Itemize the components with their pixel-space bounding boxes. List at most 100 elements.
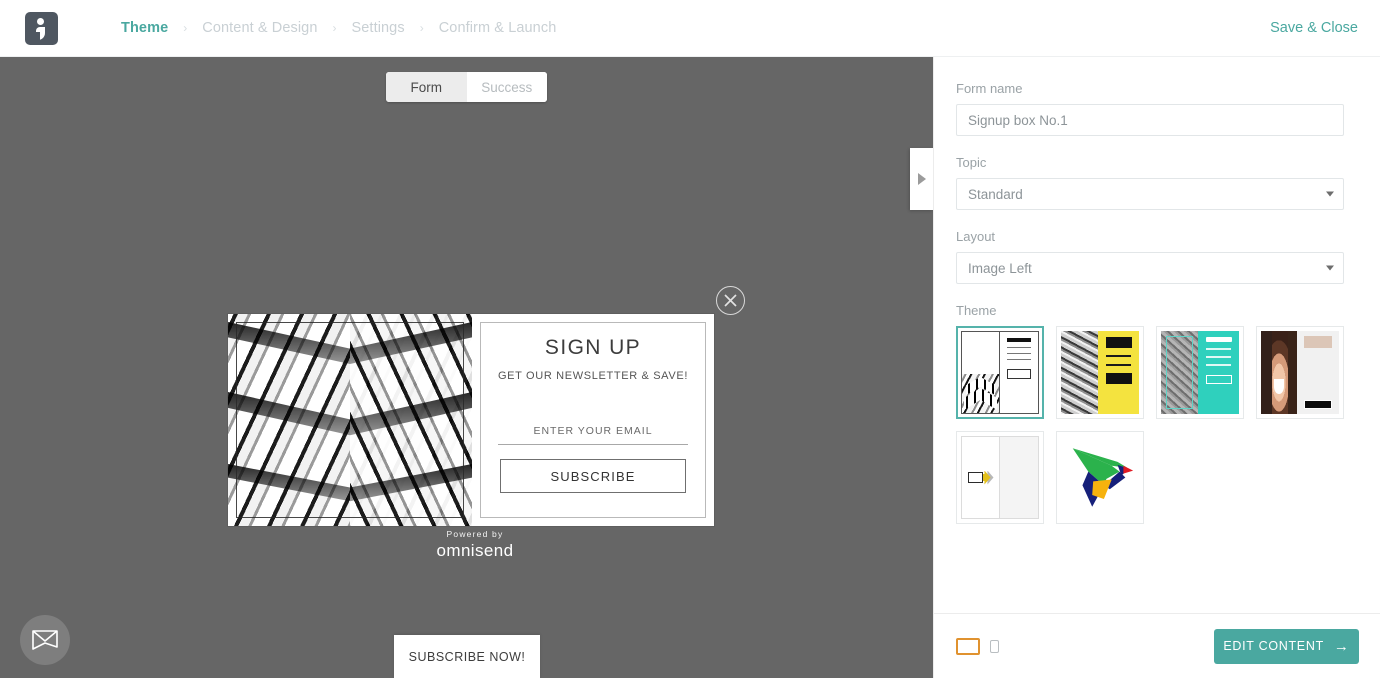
play-right-icon	[917, 173, 926, 185]
broken-rect-shape	[967, 471, 983, 483]
form-name-input[interactable]: Signup box No.1	[956, 104, 1344, 136]
theme-thumb-form-half	[1098, 331, 1139, 414]
thumb-heading-bar	[1205, 337, 1232, 342]
breadcrumb: Theme › Content & Design › Settings › Co…	[121, 20, 556, 36]
chevron-down-icon	[1326, 191, 1334, 197]
popup-subtitle: GET OUR NEWSLETTER & SAVE!	[497, 370, 689, 382]
theme-thumb-image-half	[961, 331, 1000, 414]
top-bar: Theme › Content & Design › Settings › Co…	[0, 0, 1380, 57]
theme-thumb-preview	[1061, 331, 1139, 414]
envelope-icon	[32, 630, 58, 650]
omnisend-wordmark: omnisend	[436, 541, 514, 560]
powered-by-label: Powered by	[446, 529, 504, 539]
origami-bird-icon	[1072, 448, 1134, 507]
signup-popup-preview: SIGN UP GET OUR NEWSLETTER & SAVE! ENTER…	[228, 257, 745, 561]
thumb-text-line	[1206, 348, 1231, 350]
thumb-text-line	[1206, 364, 1231, 366]
theme-thumb-form-half	[1000, 331, 1039, 414]
powered-by-omnisend: Powered by omnisend	[415, 529, 535, 561]
thumb-button-box	[1303, 400, 1333, 409]
image-inner-frame	[236, 322, 464, 518]
breadcrumb-step-theme[interactable]: Theme	[121, 20, 168, 36]
thumb-text-line	[1006, 347, 1032, 348]
theme-thumb-form-half	[1000, 436, 1039, 519]
theme-option-origami-bird[interactable]	[1056, 431, 1144, 524]
form-preview-canvas: Form Success SIGN UP GET OUR NEWSLETTER …	[0, 57, 933, 678]
thumb-image-frame	[1166, 336, 1194, 409]
thumb-heading-bar	[1303, 336, 1333, 348]
chevron-down-icon	[1326, 265, 1334, 271]
theme-thumb-image-half	[1261, 331, 1297, 414]
thumb-heading-bar	[1006, 338, 1032, 342]
save-and-close-button[interactable]: Save & Close	[1270, 20, 1358, 36]
edit-content-button[interactable]: EDIT CONTENT →	[1214, 628, 1359, 664]
portrait-hair-left	[1261, 331, 1272, 414]
theme-thumb-form-half	[1296, 331, 1339, 414]
tab-success[interactable]: Success	[466, 72, 547, 102]
thumb-heading-bar	[1105, 337, 1132, 348]
topic-select[interactable]: Standard	[956, 178, 1344, 210]
theme-option-portrait-beige[interactable]	[1256, 326, 1344, 419]
thumb-button-box	[1006, 369, 1032, 379]
topic-label: Topic	[956, 155, 987, 170]
layout-selected-value: Image Left	[968, 260, 1032, 276]
tab-form[interactable]: Form	[386, 72, 467, 102]
logo-notch-shape	[36, 31, 40, 40]
breadcrumb-step-confirm-launch[interactable]: Confirm & Launch	[439, 20, 557, 36]
theme-thumb-preview	[1261, 331, 1339, 414]
theme-thumbnail-grid	[956, 326, 1356, 524]
close-circle-icon[interactable]	[716, 286, 745, 315]
logo-head-shape	[37, 17, 44, 25]
desktop-view-icon[interactable]	[956, 637, 980, 655]
layout-select[interactable]: Image Left	[956, 252, 1344, 284]
thumb-text-line	[1106, 355, 1131, 357]
theme-thumb-preview	[1061, 436, 1139, 519]
mobile-view-icon[interactable]	[990, 639, 999, 653]
thumb-text-line	[1006, 353, 1032, 354]
popup-form-side: SIGN UP GET OUR NEWSLETTER & SAVE! ENTER…	[472, 314, 714, 526]
theme-thumb-form-half	[1198, 331, 1239, 414]
popup-email-input[interactable]: ENTER YOUR EMAIL	[498, 425, 688, 445]
breadcrumb-step-settings[interactable]: Settings	[352, 20, 405, 36]
theme-option-texture-teal[interactable]	[1156, 326, 1244, 419]
theme-option-broken-image[interactable]	[956, 431, 1044, 524]
edit-content-label: EDIT CONTENT	[1223, 639, 1324, 653]
theme-thumb-image-half	[961, 436, 1000, 519]
theme-thumb-preview	[961, 331, 1039, 414]
form-name-label: Form name	[956, 81, 1023, 96]
chevron-right-icon: ›	[183, 21, 188, 35]
omnisend-logo-icon[interactable]	[25, 11, 58, 45]
signup-popup: SIGN UP GET OUR NEWSLETTER & SAVE! ENTER…	[228, 314, 714, 526]
theme-label: Theme	[956, 303, 997, 318]
theme-option-rope-yellow[interactable]	[1056, 326, 1144, 419]
popup-subscribe-button[interactable]: SUBSCRIBE	[500, 459, 686, 493]
popup-hero-image	[228, 314, 472, 526]
chat-widget-button[interactable]	[20, 615, 70, 665]
breadcrumb-step-content-design[interactable]: Content & Design	[202, 20, 317, 36]
app-root: Theme › Content & Design › Settings › Co…	[0, 0, 1380, 678]
theme-thumb-image-half	[1061, 331, 1099, 414]
thumb-button-box	[1205, 375, 1232, 384]
popup-title: SIGN UP	[544, 336, 642, 359]
theme-thumb-image-half	[1161, 331, 1199, 414]
chevron-right-icon: ›	[332, 21, 337, 35]
chevron-right-icon: ›	[419, 21, 424, 35]
settings-panel-footer: EDIT CONTENT →	[934, 613, 1380, 678]
panel-collapse-handle[interactable]	[910, 148, 933, 210]
thumb-text-line	[1206, 356, 1231, 358]
thumb-text-line	[1006, 359, 1032, 360]
preview-state-tabs: Form Success	[386, 72, 547, 102]
theme-thumb-preview	[961, 436, 1039, 519]
theme-thumb-preview	[1161, 331, 1239, 414]
thumb-button-box	[1105, 373, 1132, 384]
arrow-right-icon: →	[1333, 637, 1350, 655]
settings-panel: Form name Signup box No.1 Topic Standard…	[933, 57, 1380, 678]
portrait-hair-right	[1287, 331, 1297, 414]
broken-image-icon	[967, 470, 994, 485]
theme-option-architecture-bw[interactable]	[956, 326, 1044, 419]
topic-selected-value: Standard	[968, 186, 1023, 202]
portrait-mouth	[1273, 379, 1284, 395]
layout-label: Layout	[956, 229, 996, 244]
subscribe-now-teaser[interactable]: SUBSCRIBE NOW!	[394, 635, 540, 678]
device-preview-toggles	[956, 637, 999, 655]
